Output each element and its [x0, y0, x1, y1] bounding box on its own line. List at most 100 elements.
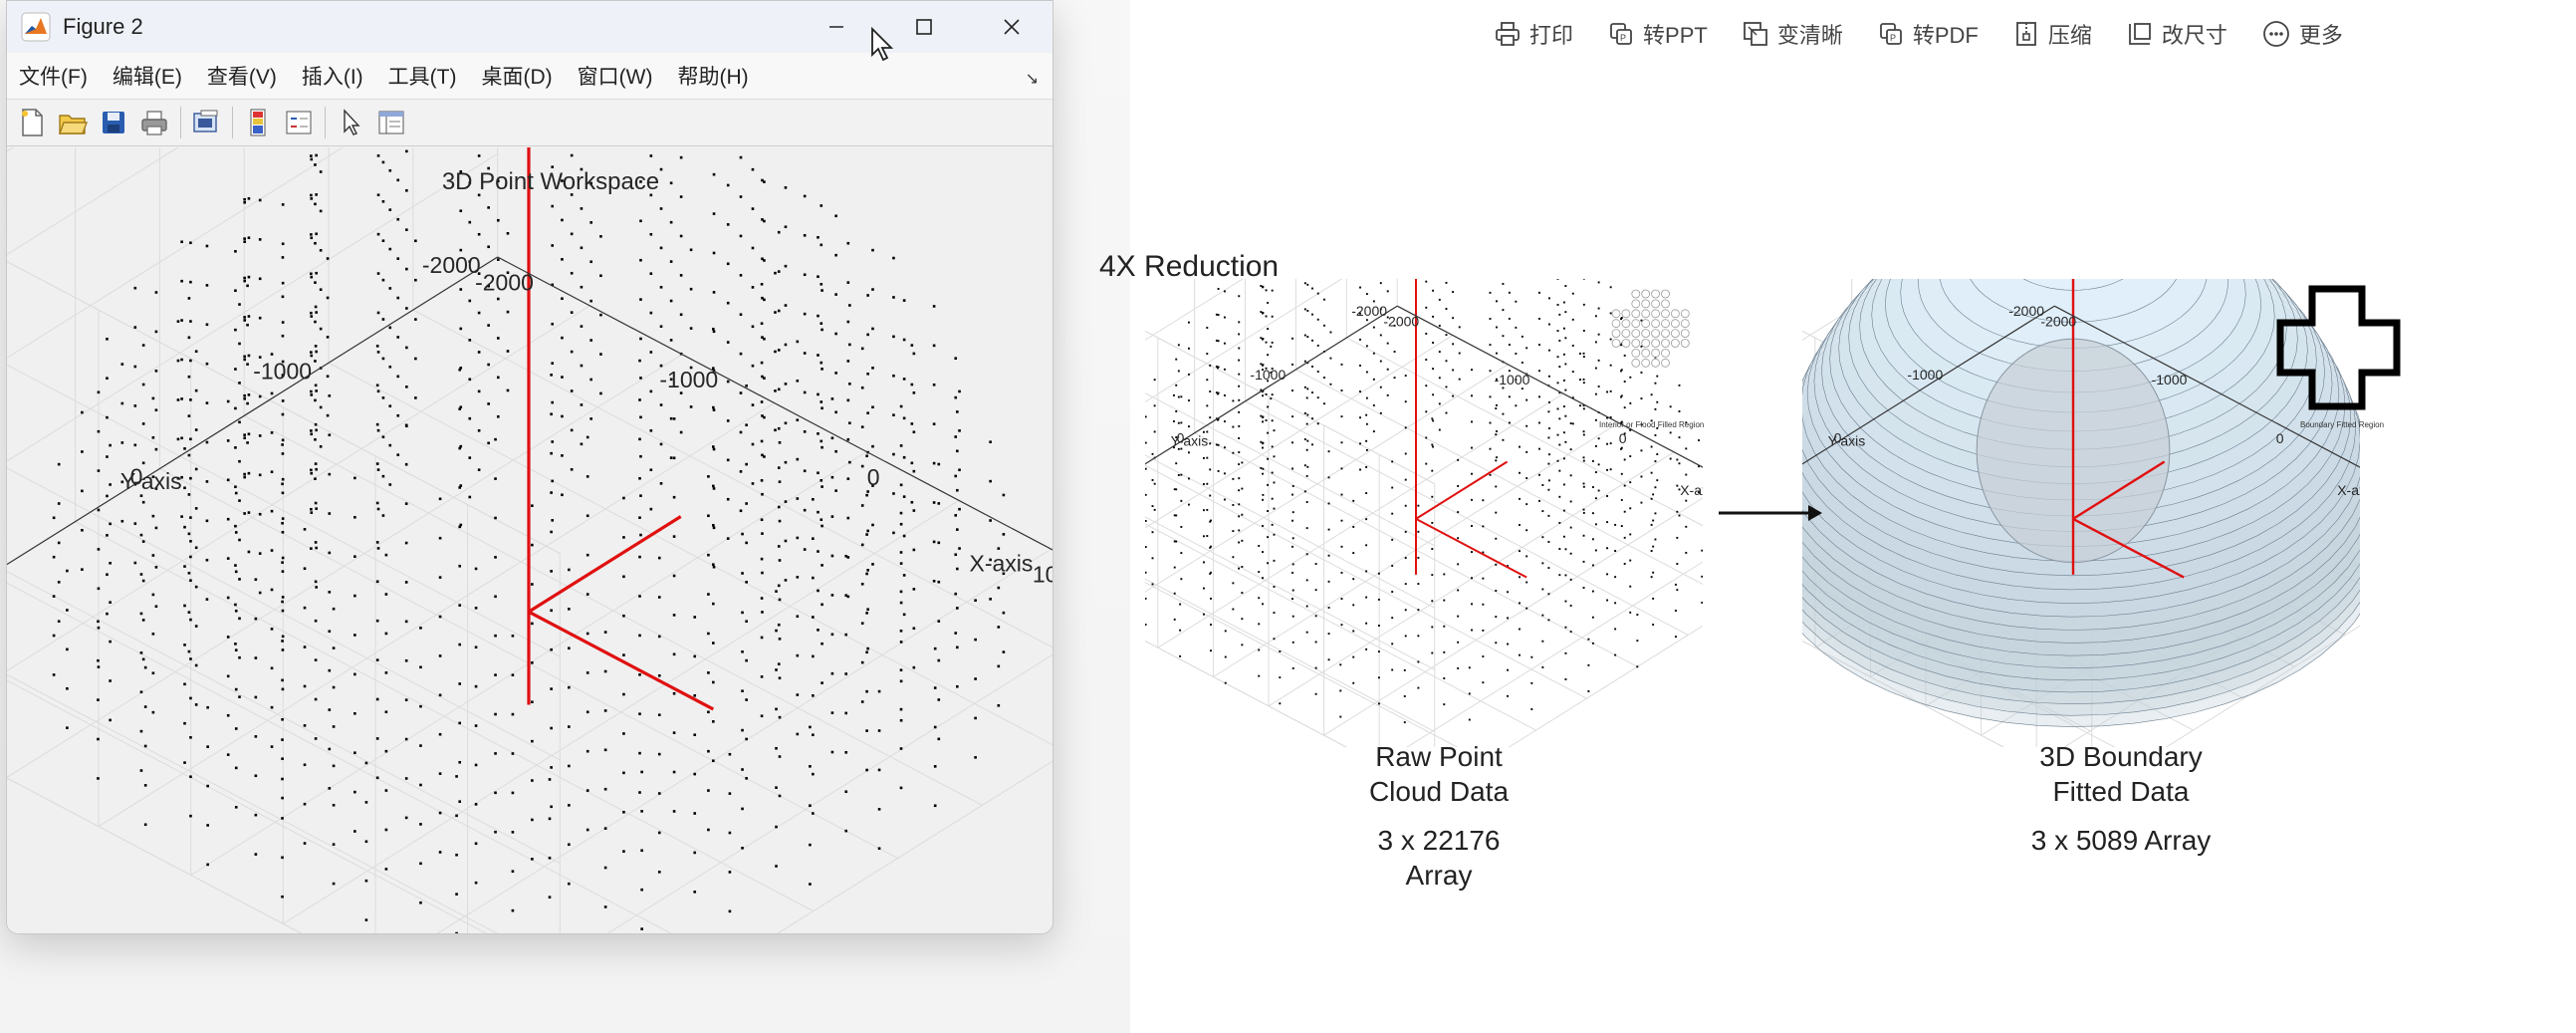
- data-point: [589, 417, 592, 420]
- data-point: [820, 368, 823, 371]
- data-point: [97, 665, 101, 668]
- data-point: [784, 264, 788, 268]
- menu-file[interactable]: 文件(F): [19, 61, 88, 91]
- colorbar-button[interactable]: [241, 106, 275, 139]
- convert-ppt-action[interactable]: P 转PPT: [1607, 18, 1708, 50]
- data-point: [1502, 438, 1505, 441]
- data-point: [866, 490, 869, 493]
- menu-insert[interactable]: 插入(I): [302, 61, 363, 91]
- data-point: [531, 818, 534, 822]
- data-point: [1305, 396, 1308, 399]
- resize-action[interactable]: 改尺寸: [2126, 18, 2227, 50]
- data-point: [438, 811, 442, 815]
- data-point: [812, 537, 815, 540]
- data-point: [1425, 410, 1428, 413]
- data-point: [511, 712, 515, 716]
- grid-cell: [1641, 358, 1651, 368]
- data-point: [1515, 300, 1518, 303]
- data-point: [778, 676, 782, 680]
- menu-tools[interactable]: 工具(T): [388, 61, 457, 91]
- data-point: [1262, 446, 1264, 449]
- menu-window[interactable]: 窗口(W): [578, 61, 653, 91]
- menu-edit[interactable]: 编辑(E): [113, 61, 182, 91]
- data-point: [1002, 533, 1006, 536]
- data-point: [1676, 458, 1679, 461]
- data-point: [247, 315, 251, 318]
- data-point: [817, 354, 820, 357]
- data-point: [258, 473, 262, 477]
- menu-view[interactable]: 查看(V): [207, 61, 277, 91]
- data-point: [739, 391, 743, 394]
- data-point: [258, 394, 262, 398]
- data-point: [511, 752, 515, 755]
- data-point: [506, 232, 510, 235]
- data-point: [1365, 492, 1368, 495]
- data-point: [326, 257, 330, 260]
- data-point: [1606, 521, 1609, 524]
- print-action[interactable]: 打印: [1494, 18, 1573, 50]
- more-action[interactable]: 更多: [2261, 18, 2343, 50]
- data-point: [728, 752, 732, 756]
- convert-pdf-icon: P: [1879, 23, 1902, 45]
- close-button[interactable]: [968, 1, 1053, 53]
- save-button[interactable]: [97, 106, 130, 139]
- data-point: [1262, 551, 1264, 554]
- data-point: [669, 456, 673, 459]
- grid-cell: [1611, 339, 1621, 348]
- data-point: [1519, 497, 1521, 500]
- open-button[interactable]: [56, 106, 90, 139]
- data-point: [784, 579, 788, 582]
- print-button[interactable]: [137, 106, 171, 139]
- data-point: [659, 285, 663, 289]
- export-button[interactable]: [189, 106, 223, 139]
- data-point: [531, 543, 534, 547]
- data-point: [834, 332, 837, 336]
- data-point: [1471, 472, 1473, 475]
- enhance-action[interactable]: 变清晰: [1742, 18, 1843, 50]
- data-point: [1267, 483, 1270, 486]
- data-point: [1179, 603, 1182, 606]
- property-inspector-button[interactable]: [374, 106, 408, 139]
- compress-action[interactable]: 压缩: [2012, 18, 2092, 50]
- data-point: [638, 555, 641, 559]
- data-point: [1547, 593, 1550, 596]
- data-point: [672, 652, 676, 656]
- dock-arrow-icon[interactable]: ↘: [1026, 69, 1039, 89]
- minimize-button[interactable]: [793, 1, 880, 53]
- data-point: [281, 399, 285, 402]
- data-point: [281, 321, 285, 324]
- title-bar[interactable]: Figure 2: [7, 1, 1053, 53]
- data-point: [551, 440, 555, 443]
- data-point: [551, 400, 555, 404]
- data-point: [1495, 563, 1498, 566]
- data-point: [1623, 458, 1626, 461]
- data-point: [712, 445, 715, 448]
- data-point: [910, 383, 914, 387]
- data-point: [205, 558, 209, 562]
- data-point: [657, 792, 661, 795]
- data-point: [844, 829, 848, 833]
- new-file-button[interactable]: [15, 106, 49, 139]
- pointer-button[interactable]: [334, 106, 367, 139]
- data-point: [902, 455, 906, 459]
- menu-help[interactable]: 帮助(H): [677, 61, 748, 91]
- data-point: [1215, 391, 1218, 394]
- data-point: [106, 534, 109, 537]
- data-point: [726, 537, 730, 540]
- data-point: [1594, 549, 1597, 552]
- data-point: [1145, 546, 1147, 549]
- data-point: [846, 477, 850, 480]
- menu-desktop[interactable]: 桌面(D): [481, 61, 552, 91]
- data-point: [1327, 450, 1330, 453]
- data-point: [622, 810, 625, 814]
- convert-pdf-action[interactable]: P 转PDF: [1877, 18, 1979, 50]
- data-point: [189, 516, 192, 519]
- main-3d-plot[interactable]: 05001000150020002500-2000-1000010002000-…: [7, 147, 1053, 933]
- data-point: [1238, 437, 1241, 439]
- data-point: [954, 632, 958, 635]
- data-point: [1305, 631, 1308, 634]
- data-point: [1591, 486, 1594, 488]
- data-point: [353, 476, 356, 480]
- legend-button[interactable]: [282, 106, 316, 139]
- data-point: [622, 575, 625, 579]
